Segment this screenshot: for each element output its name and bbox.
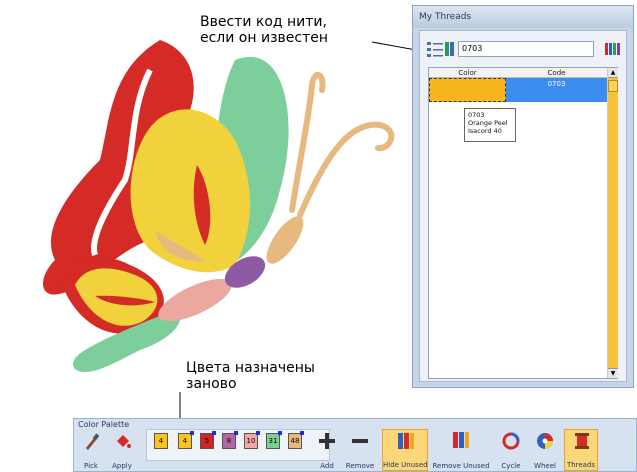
column-header-code[interactable]: Code (506, 68, 607, 78)
remove-unused-icon (453, 432, 469, 448)
cycle-label: Cycle (501, 462, 521, 470)
annotation-enter-code-line1: Ввести код нити, (200, 14, 327, 30)
annotation-colors-reassigned: Цвета назначены заново (186, 360, 315, 392)
tooltip-code: 0703 (468, 111, 485, 119)
antenna-right (297, 121, 395, 218)
swatch-1-label: 4 (158, 437, 164, 445)
thread-chart-icon[interactable] (604, 40, 622, 58)
scroll-down-arrow-icon[interactable]: ▼ (608, 368, 618, 378)
swatch-3-label: 5 (204, 437, 210, 445)
wheel-label: Wheel (534, 462, 556, 470)
eyedropper-icon (86, 433, 99, 450)
pick-button[interactable]: Pick (78, 429, 104, 471)
swatch-5[interactable]: 10 (244, 431, 260, 449)
remove-button[interactable]: Remove (342, 429, 378, 471)
pink-body-segment (158, 278, 232, 322)
tooltip-name: Orange Peel (468, 119, 508, 127)
plus-icon (319, 433, 335, 449)
remove-unused-button[interactable]: Remove Unused (430, 429, 492, 471)
threads-label: Threads (566, 461, 596, 469)
apply-label: Apply (112, 462, 132, 470)
swatch-6[interactable]: 31 (266, 431, 282, 449)
swatch-7[interactable]: 48 (288, 431, 304, 449)
annotation-enter-code-line2: если он известен (200, 30, 329, 46)
add-label: Add (320, 462, 334, 470)
column-header-color[interactable]: Color (429, 68, 506, 78)
apply-button[interactable]: Apply (106, 429, 138, 471)
color-wheel-icon (537, 433, 553, 449)
thread-code-input[interactable]: 0703 (458, 41, 594, 57)
hide-unused-button[interactable]: Hide Unused (382, 429, 428, 471)
my-threads-title: My Threads (413, 6, 633, 28)
swatch-6-label: 31 (268, 437, 278, 445)
list-view-icon[interactable] (426, 40, 444, 58)
cycle-icon (502, 432, 520, 450)
remove-label: Remove (345, 462, 375, 470)
selected-thread-code-cell[interactable]: 0703 (506, 78, 607, 102)
threads-grid: Color Code 0703 ▲ ▼ 0703 Orange Peel Isa… (428, 67, 618, 379)
swatch-2-label: 4 (182, 437, 188, 445)
wheel-button[interactable]: Wheel (530, 429, 560, 471)
annotation-reassigned-line2: заново (186, 376, 237, 392)
my-threads-panel: My Threads 0703 Color Code 0703 ▲ ▼ 0703… (412, 5, 634, 388)
swatch-1[interactable]: 4 (154, 433, 168, 449)
swatch-5-label: 10 (246, 437, 256, 445)
swatch-2[interactable]: 4 (178, 431, 194, 449)
swatch-4-label: 8 (226, 437, 232, 445)
scroll-thumb[interactable] (608, 80, 618, 92)
thread-color-icon[interactable] (444, 40, 456, 58)
hide-unused-icon (398, 433, 414, 449)
antenna-left (289, 72, 326, 213)
thread-tooltip: 0703 Orange Peel Isacord 40 (464, 108, 516, 142)
color-palette-toolbar: Color Palette Pick Apply 4 4 5 8 10 31 4… (73, 418, 637, 472)
threads-button[interactable]: Threads (564, 429, 598, 471)
my-threads-content: 0703 Color Code 0703 ▲ ▼ 0703 Orange Pee… (419, 30, 627, 382)
swatch-4[interactable]: 8 (222, 431, 238, 449)
swatch-7-label: 48 (290, 437, 300, 445)
thread-spool-icon (575, 433, 589, 449)
swatch-3[interactable]: 5 (200, 431, 216, 449)
cycle-button[interactable]: Cycle (496, 429, 526, 471)
add-button[interactable]: Add (314, 429, 340, 471)
threads-scrollbar[interactable]: ▲ ▼ (607, 68, 618, 378)
annotation-enter-code: Ввести код нити, если он известен (200, 14, 328, 46)
remove-unused-label: Remove Unused (432, 462, 490, 470)
pick-label: Pick (84, 462, 98, 470)
color-palette-title: Color Palette (78, 420, 130, 429)
selected-thread-color-cell[interactable] (429, 78, 506, 102)
hide-unused-label: Hide Unused (383, 461, 428, 469)
minus-icon (352, 439, 368, 443)
tooltip-brand: Isacord 40 (468, 127, 502, 135)
annotation-reassigned-line1: Цвета назначены (186, 360, 315, 376)
scroll-up-arrow-icon[interactable]: ▲ (608, 68, 618, 78)
paint-bucket-icon (117, 435, 131, 448)
